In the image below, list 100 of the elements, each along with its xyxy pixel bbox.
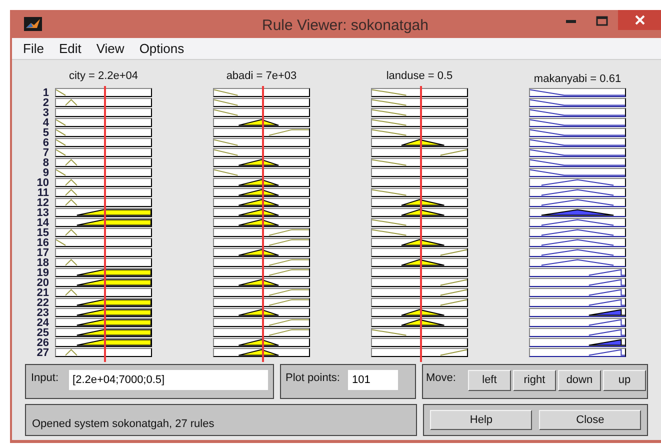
variable-label: makanyabi = 0.61 xyxy=(534,72,622,86)
membership-curve xyxy=(214,139,238,146)
filled-membership-shape xyxy=(238,279,280,286)
membership-curve xyxy=(268,229,309,236)
maximize-icon xyxy=(596,16,608,26)
filled-membership-shape xyxy=(238,159,280,166)
status-message: Opened system sokonatgah, 27 rules xyxy=(32,418,214,430)
move-button[interactable]: right xyxy=(512,370,556,391)
rule-number: 22 xyxy=(36,299,49,308)
menu-item[interactable]: View xyxy=(91,38,130,58)
membership-curve xyxy=(372,329,407,336)
membership-curve xyxy=(65,229,78,236)
membership-curve xyxy=(65,289,78,296)
membership-curve xyxy=(372,89,407,96)
filled-membership-shape xyxy=(238,209,280,216)
rule-number: 9 xyxy=(42,169,49,178)
filled-membership-shape xyxy=(400,209,445,216)
rule-number: 6 xyxy=(42,139,49,148)
membership-curve xyxy=(372,229,407,236)
membership-curve xyxy=(268,329,309,336)
membership-curve xyxy=(440,299,467,306)
close-icon xyxy=(634,15,644,25)
variable-label: landuse = 0.5 xyxy=(386,68,453,84)
membership-curve xyxy=(440,279,467,286)
rule-number: 16 xyxy=(36,239,49,248)
membership-curve xyxy=(214,149,238,156)
membership-curve xyxy=(268,289,309,296)
membership-curve xyxy=(268,299,309,306)
membership-curve xyxy=(65,199,78,206)
move-button[interactable]: up xyxy=(602,370,646,391)
membership-curve xyxy=(268,269,309,276)
filled-membership-shape xyxy=(238,309,280,316)
rule-number: 10 xyxy=(36,179,49,188)
membership-curve xyxy=(214,99,238,106)
filled-membership-shape xyxy=(588,339,625,346)
rule-number: 26 xyxy=(36,339,49,348)
filled-membership-shape xyxy=(238,179,280,186)
membership-curve xyxy=(65,189,78,196)
rule-number: 15 xyxy=(36,229,49,238)
membership-curve xyxy=(588,289,625,296)
filled-membership-shape xyxy=(400,199,445,206)
rule-number: 19 xyxy=(36,269,49,278)
filled-membership-shape xyxy=(400,319,445,326)
app-icon xyxy=(24,17,42,31)
move-label: Move: xyxy=(426,371,456,386)
rule-number: 17 xyxy=(36,249,49,258)
membership-curve xyxy=(65,259,78,266)
membership-curve xyxy=(268,239,309,246)
move-button[interactable]: down xyxy=(558,370,601,391)
rule-number: 27 xyxy=(36,349,49,358)
membership-curve xyxy=(588,299,625,306)
filled-membership-shape xyxy=(588,309,625,316)
plot-points-field[interactable]: 101 xyxy=(348,370,398,390)
rule-number: 12 xyxy=(36,199,49,208)
input-label: Input: xyxy=(31,371,59,386)
rule-number: 21 xyxy=(36,289,49,298)
rule-number: 13 xyxy=(36,209,49,218)
rule-number: 4 xyxy=(42,119,49,128)
rule-number: 23 xyxy=(36,309,49,318)
membership-curve xyxy=(588,329,625,336)
input-cursor-line[interactable] xyxy=(104,86,106,362)
membership-curve xyxy=(65,159,78,166)
membership-curve xyxy=(56,169,66,176)
membership-curve xyxy=(588,349,625,356)
rule-number: 5 xyxy=(42,129,49,138)
membership-curve xyxy=(56,239,66,246)
menu-item[interactable]: Options xyxy=(134,38,190,58)
membership-curve xyxy=(372,189,407,196)
membership-curve xyxy=(372,129,407,136)
filled-membership-shape xyxy=(238,119,280,126)
plot-points-label: Plot points: xyxy=(286,371,340,386)
rule-number: 24 xyxy=(36,319,49,328)
membership-curve xyxy=(65,99,78,106)
move-button[interactable]: left xyxy=(468,370,511,391)
filled-membership-shape xyxy=(238,349,280,356)
membership-curve xyxy=(214,109,238,116)
membership-curve xyxy=(214,169,238,176)
menu-item[interactable]: Edit xyxy=(54,38,86,58)
membership-curve xyxy=(372,159,407,166)
rule-number: 8 xyxy=(42,159,49,168)
filled-membership-shape xyxy=(238,249,280,256)
input-field[interactable]: [2.2e+04;7000;0.5] xyxy=(68,370,268,390)
filled-membership-shape xyxy=(400,309,445,316)
filled-membership-shape xyxy=(400,139,445,146)
membership-curve xyxy=(588,269,625,276)
rule-number: 11 xyxy=(37,189,49,198)
rule-number: 3 xyxy=(42,109,49,118)
membership-curve xyxy=(440,289,467,296)
membership-curve xyxy=(268,129,309,136)
membership-curve xyxy=(372,119,407,126)
variable-label: city = 2.2e+04 xyxy=(68,68,138,84)
dialog-button[interactable]: Close xyxy=(539,410,642,430)
input-cursor-line[interactable] xyxy=(262,86,264,362)
dialog-button[interactable]: Help xyxy=(430,410,532,430)
close-button[interactable] xyxy=(618,10,661,30)
input-cursor-line[interactable] xyxy=(420,86,422,362)
menu-item[interactable]: File xyxy=(18,38,49,58)
rule-number: 18 xyxy=(36,259,49,268)
variable-label: abadi = 7e+03 xyxy=(226,68,297,84)
rule-number: 20 xyxy=(36,279,49,288)
